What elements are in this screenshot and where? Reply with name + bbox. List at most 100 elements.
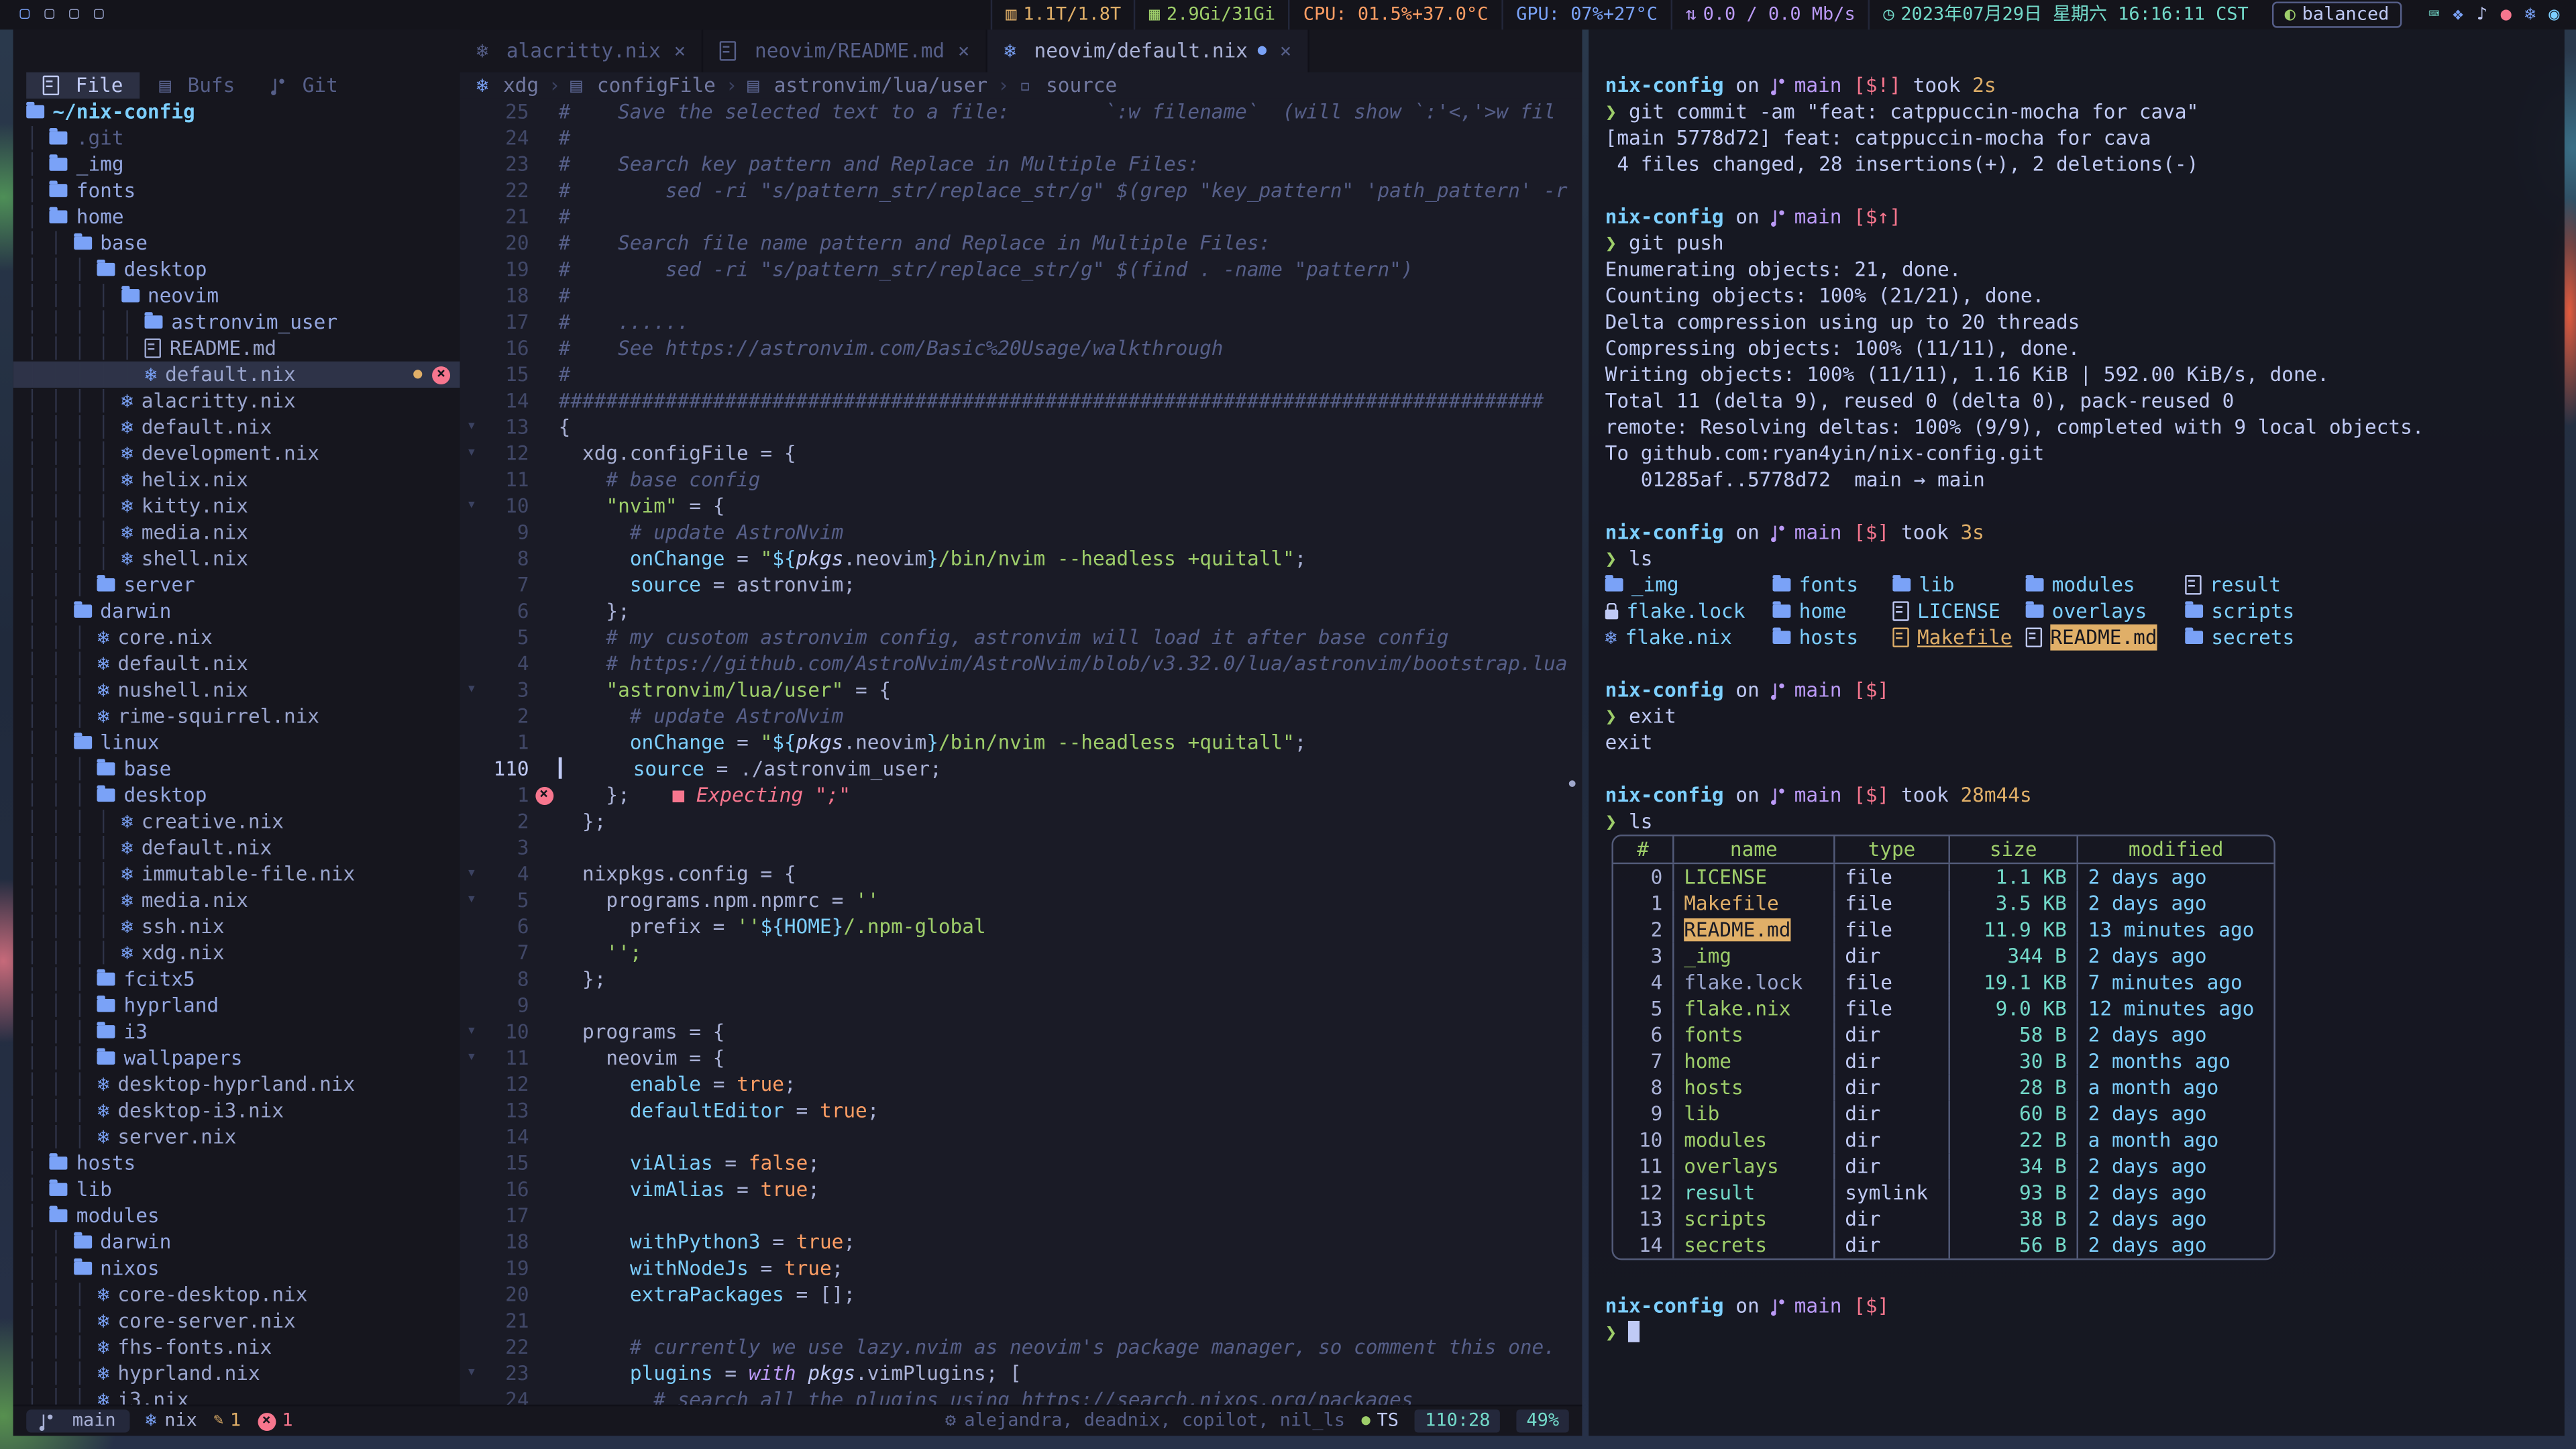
- tree-item[interactable]: │ │ │ │ │ README.md: [13, 335, 460, 362]
- code-line[interactable]: 7 source = astronvim;: [460, 572, 1582, 598]
- tree-item[interactable]: │ │ │ ❄nushell.nix: [13, 677, 460, 703]
- tree-item[interactable]: │ │ │ ❄rime-squirrel.nix: [13, 703, 460, 729]
- code-line[interactable]: 18 withPython3 = true;: [460, 1229, 1582, 1255]
- code-line[interactable]: 17# ......: [460, 309, 1582, 335]
- tree-item[interactable]: │ │ │ │ neovim: [13, 282, 460, 309]
- code-line[interactable]: 11 # base config: [460, 467, 1582, 493]
- code-line[interactable]: 21: [460, 1307, 1582, 1334]
- code-line[interactable]: 25# Save the selected text to a file: `:…: [460, 99, 1582, 125]
- code-line[interactable]: 23# Search key pattern and Replace in Mu…: [460, 151, 1582, 177]
- tree-item[interactable]: │ lib: [13, 1176, 460, 1202]
- code-line[interactable]: 1 onChange = "${pkgs.neovim}/bin/nvim --…: [460, 729, 1582, 755]
- tree-item[interactable]: │ │ │ hyprland: [13, 992, 460, 1018]
- code-line[interactable]: 24#: [460, 125, 1582, 151]
- scrollbar-thumb[interactable]: [1569, 780, 1576, 787]
- workspace-icon[interactable]: ▢: [94, 1, 104, 28]
- breadcrumb-item[interactable]: ▫source: [1019, 72, 1117, 99]
- code-line[interactable]: 13 defaultEditor = true;: [460, 1097, 1582, 1124]
- code-line[interactable]: 12 enable = true;: [460, 1071, 1582, 1097]
- tree-item[interactable]: │ _img: [13, 151, 460, 177]
- code-line[interactable]: ▾3 "astronvim/lua/user" = {: [460, 677, 1582, 703]
- tree-item[interactable]: │ hosts: [13, 1150, 460, 1176]
- code-line[interactable]: 4 # https://github.com/AstroNvim/AstroNv…: [460, 651, 1582, 677]
- code-line[interactable]: 14######################################…: [460, 388, 1582, 414]
- workspace-icon[interactable]: ▢: [69, 1, 79, 28]
- code-line[interactable]: 21#: [460, 204, 1582, 230]
- breadcrumb-item[interactable]: ▤configFile: [570, 72, 716, 99]
- diagnostics-hints[interactable]: ✎ 1: [213, 1408, 241, 1434]
- tree-item[interactable]: │ │ │ ❄core-desktop.nix: [13, 1281, 460, 1307]
- code-line[interactable]: ▾11 neovim = {: [460, 1045, 1582, 1071]
- tree-item[interactable]: │ │ │ │ ❄shell.nix: [13, 545, 460, 572]
- code-line[interactable]: ▾5 programs.npm.npmrc = '': [460, 887, 1582, 913]
- tree-item[interactable]: │ │ │ │ │ ❄default.nix●×: [13, 362, 460, 388]
- tree-item[interactable]: │ │ │ ❄i3.nix: [13, 1387, 460, 1405]
- close-tab-icon[interactable]: ×: [674, 38, 686, 64]
- code-line[interactable]: 24 # search all the plugins using https:…: [460, 1387, 1582, 1405]
- power-icon[interactable]: ◉: [2548, 1, 2559, 28]
- tree-item[interactable]: │ │ │ │ ❄helix.nix: [13, 467, 460, 493]
- code-line[interactable]: 20# Search file name pattern and Replace…: [460, 230, 1582, 256]
- tree-item[interactable]: │ │ │ wallpapers: [13, 1045, 460, 1071]
- tree-item[interactable]: │ │ │ │ ❄media.nix: [13, 887, 460, 913]
- close-file-icon[interactable]: ×: [432, 366, 450, 384]
- tree-item[interactable]: │ │ darwin: [13, 1229, 460, 1255]
- tree-item[interactable]: │ │ │ │ ❄default.nix: [13, 414, 460, 440]
- tree-item[interactable]: │ modules: [13, 1203, 460, 1229]
- code-line[interactable]: 2 # update AstroNvim: [460, 703, 1582, 729]
- tree-item[interactable]: ~/nix-config: [13, 99, 460, 125]
- code-line[interactable]: 17: [460, 1203, 1582, 1229]
- tree-item[interactable]: │ │ │ │ ❄creative.nix: [13, 808, 460, 835]
- tree-item[interactable]: │ │ │ server: [13, 572, 460, 598]
- git-branch-segment[interactable]: main: [26, 1409, 129, 1432]
- workspace-icon[interactable]: ▢: [44, 1, 54, 28]
- code-line[interactable]: ▾10 "nvim" = {: [460, 493, 1582, 519]
- tree-item[interactable]: │ │ nixos: [13, 1255, 460, 1281]
- tree-item[interactable]: │ │ │ ❄default.nix: [13, 651, 460, 677]
- tree-item[interactable]: │ │ │ desktop: [13, 256, 460, 282]
- code-line[interactable]: 8 onChange = "${pkgs.neovim}/bin/nvim --…: [460, 545, 1582, 572]
- clock-module[interactable]: ◷ 2023年07月29日 星期六 16:16:11 CST: [1868, 0, 2261, 30]
- code-line[interactable]: 22# sed -ri "s/pattern_str/replace_str/g…: [460, 177, 1582, 203]
- code-line[interactable]: 19 withNodeJs = true;: [460, 1255, 1582, 1281]
- code-line[interactable]: 8 };: [460, 966, 1582, 992]
- tree-item[interactable]: │ │ │ │ ❄immutable-file.nix: [13, 861, 460, 887]
- neotree-tab-file[interactable]: File: [26, 72, 140, 99]
- keyboard-icon[interactable]: ⌨: [2428, 1, 2439, 28]
- tree-item[interactable]: │ │ │ ❄desktop-hyprland.nix: [13, 1071, 460, 1097]
- code-line[interactable]: 5 # my cusotom astronvim config, astronv…: [460, 625, 1582, 651]
- editor-tab[interactable]: ❄neovim/default.nix●×: [987, 30, 1309, 72]
- tree-item[interactable]: │ │ │ ❄core-server.nix: [13, 1307, 460, 1334]
- editor-tab[interactable]: ❄alacritty.nix×: [460, 30, 704, 72]
- tree-item[interactable]: │ │ │ fcitx5: [13, 966, 460, 992]
- code-line[interactable]: 9 # update AstroNvim: [460, 519, 1582, 545]
- tree-item[interactable]: │ home: [13, 204, 460, 230]
- neotree-tab-bufs[interactable]: ▤Bufs: [143, 72, 252, 99]
- code-line[interactable]: 22 # currently we use lazy.nvim as neovi…: [460, 1334, 1582, 1360]
- power-profile[interactable]: ◐ balanced: [2271, 1, 2402, 28]
- code-line[interactable]: 19# sed -ri "s/pattern_str/replace_str/g…: [460, 256, 1582, 282]
- code-line[interactable]: 16 vimAlias = true;: [460, 1176, 1582, 1202]
- code-line[interactable]: 6 prefix = ''${HOME}/.npm-global: [460, 914, 1582, 940]
- code-line[interactable]: 9: [460, 992, 1582, 1018]
- tree-item[interactable]: │ │ │ │ │ astronvim_user: [13, 309, 460, 335]
- terminal-window[interactable]: nix-config on main [$!] took 2s❯ git com…: [1589, 30, 2565, 1436]
- tree-item[interactable]: │ │ │ ❄desktop-i3.nix: [13, 1097, 460, 1124]
- tree-item[interactable]: │ fonts: [13, 177, 460, 203]
- tree-item[interactable]: │ │ │ │ ❄default.nix: [13, 835, 460, 861]
- nix-icon[interactable]: ❄: [2524, 1, 2535, 28]
- tree-item[interactable]: │ │ │ desktop: [13, 782, 460, 808]
- volume-icon[interactable]: ♪: [2477, 1, 2487, 28]
- code-editor[interactable]: 25# Save the selected text to a file: `:…: [460, 99, 1582, 1405]
- workspace-icon[interactable]: ▢: [19, 1, 30, 28]
- code-line[interactable]: ▾23 plugins = with pkgs.vimPlugins; [: [460, 1360, 1582, 1387]
- close-tab-icon[interactable]: ×: [1280, 38, 1292, 64]
- breadcrumb-item[interactable]: ❄xdg: [476, 72, 539, 99]
- tree-item[interactable]: │ │ │ ❄core.nix: [13, 625, 460, 651]
- code-line[interactable]: 18#: [460, 282, 1582, 309]
- tree-item[interactable]: │ │ │ │ ❄development.nix: [13, 440, 460, 466]
- code-line[interactable]: ▾12 xdg.configFile = {: [460, 440, 1582, 466]
- tree-item[interactable]: │ │ │ i3: [13, 1018, 460, 1044]
- code-line[interactable]: 16# See https://astronvim.com/Basic%20Us…: [460, 335, 1582, 362]
- neotree-tab-git[interactable]: Git: [255, 72, 355, 99]
